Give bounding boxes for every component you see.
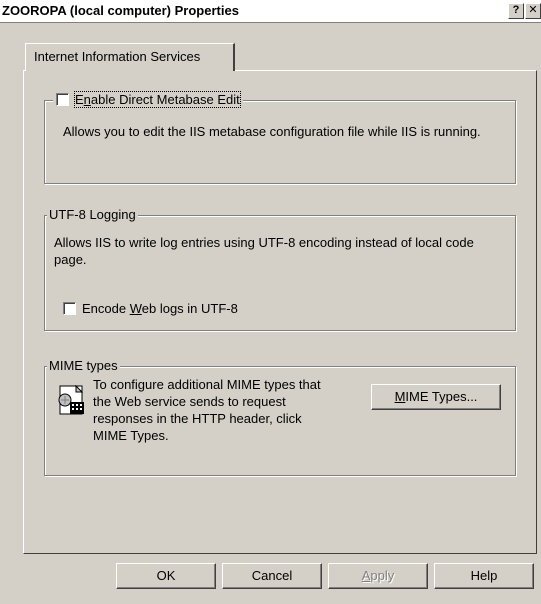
help-button[interactable]: Help xyxy=(434,563,534,589)
accelerator-key: W xyxy=(129,301,142,317)
metabase-checkbox-row[interactable]: Enable Direct Metabase Edit xyxy=(53,91,243,109)
title-bar: ZOOROPA (local computer) Properties ? ✕ xyxy=(0,0,541,23)
mime-types-legend: MIME types xyxy=(47,358,120,373)
mime-types-button[interactable]: MIME Types... xyxy=(371,384,501,410)
utf8-checkbox[interactable] xyxy=(63,302,76,316)
cancel-button[interactable]: Cancel xyxy=(222,563,322,589)
metabase-checkbox-label[interactable]: Enable Direct Metabase Edit xyxy=(74,91,241,109)
accelerator-key: n xyxy=(83,92,91,108)
tab-internet-information-services[interactable]: Internet Information Services xyxy=(25,43,235,71)
utf8-description: Allows IIS to write log entries using UT… xyxy=(54,235,474,267)
mime-types-icon xyxy=(58,384,84,415)
tab-label: Internet Information Services xyxy=(34,49,201,64)
metabase-description: Allows you to edit the IIS metabase conf… xyxy=(63,124,481,139)
mime-types-group: MIME types To configure additional MIME … xyxy=(44,358,516,476)
tab-panel: Enable Direct Metabase Edit Allows you t… xyxy=(23,70,537,554)
metabase-group: Enable Direct Metabase Edit Allows you t… xyxy=(44,91,516,184)
ok-button[interactable]: OK xyxy=(116,563,216,589)
accelerator-key: M xyxy=(394,389,406,404)
help-title-button[interactable]: ? xyxy=(508,3,524,19)
button-label: pply xyxy=(370,568,395,583)
mime-description: To configure additional MIME types that … xyxy=(93,377,321,443)
close-icon: ✕ xyxy=(528,4,538,16)
apply-button[interactable]: Apply xyxy=(328,563,428,589)
metabase-checkbox[interactable] xyxy=(56,93,69,107)
button-label: IME Types... xyxy=(405,389,478,404)
utf8-checkbox-label[interactable]: Encode Web logs in UTF-8 xyxy=(82,301,238,316)
properties-dialog: ZOOROPA (local computer) Properties ? ✕ … xyxy=(0,0,541,604)
label-part: able Direct Metabase Edit xyxy=(90,92,240,108)
label-part: Encode xyxy=(82,301,130,317)
utf8-logging-group: UTF-8 Logging Allows IIS to write log en… xyxy=(44,207,516,331)
utf8-logging-legend: UTF-8 Logging xyxy=(47,207,138,222)
question-icon: ? xyxy=(512,4,520,16)
utf8-checkbox-row[interactable]: Encode Web logs in UTF-8 xyxy=(63,300,238,316)
close-title-button[interactable]: ✕ xyxy=(525,3,541,19)
window-title: ZOOROPA (local computer) Properties xyxy=(2,3,239,18)
label-part: E xyxy=(75,92,84,108)
label-part: eb logs in UTF-8 xyxy=(141,301,238,317)
